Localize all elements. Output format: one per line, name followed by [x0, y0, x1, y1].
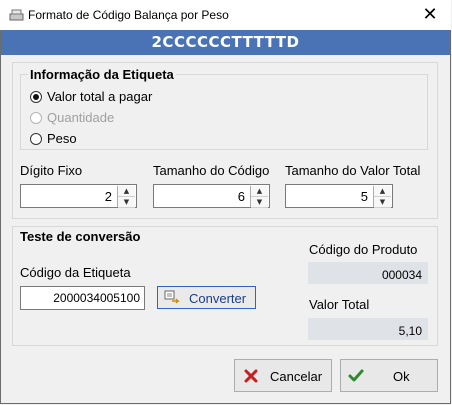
codigo-produto-label: Código do Produto — [309, 242, 418, 257]
cancel-label: Cancelar — [270, 369, 323, 384]
spin-buttons[interactable]: ▲ ▼ — [117, 186, 135, 208]
tamanho-valor-stepper[interactable]: 5 ▲ ▼ — [285, 184, 393, 208]
ok-button[interactable]: Ok — [340, 359, 438, 392]
radio-label: Peso — [47, 131, 77, 146]
digito-fixo-label: Dígito Fixo — [20, 163, 83, 178]
radio-label: Quantidade — [47, 110, 115, 125]
spin-buttons[interactable]: ▲ ▼ — [250, 186, 268, 208]
codigo-produto-field: 000034 — [308, 262, 428, 284]
codigo-etiqueta-input[interactable]: 2000034005100 — [20, 286, 145, 310]
etiqueta-group-title: Informação da Etiqueta — [28, 67, 176, 82]
spin-down-icon[interactable]: ▼ — [251, 197, 268, 208]
tamanho-codigo-stepper[interactable]: 6 ▲ ▼ — [153, 184, 270, 208]
converter-label: Converter — [189, 291, 247, 306]
codigo-etiqueta-value: 2000034005100 — [53, 291, 140, 305]
radio-button[interactable] — [30, 91, 42, 103]
tamanho-codigo-label: Tamanho do Código — [153, 163, 270, 178]
format-code-header: 2CCCCCCTTTTTD — [1, 30, 450, 55]
cancel-button[interactable]: Cancelar — [234, 359, 332, 392]
valor-total-field: 5,10 — [308, 318, 428, 340]
tamanho-codigo-value: 6 — [237, 189, 245, 204]
check-icon — [348, 369, 364, 382]
teste-title: Teste de conversão — [20, 229, 141, 244]
valor-total-label: Valor Total — [309, 297, 370, 312]
app-icon — [9, 9, 24, 21]
convert-icon — [164, 290, 180, 304]
ok-label: Ok — [393, 369, 410, 384]
spin-down-icon[interactable]: ▼ — [118, 197, 135, 208]
codigo-produto-value: 000034 — [381, 268, 422, 282]
window-title: Formato de Código Balança por Peso — [28, 8, 229, 22]
x-icon — [244, 369, 258, 383]
spin-buttons[interactable]: ▲ ▼ — [373, 186, 391, 208]
radio-label: Valor total a pagar — [47, 89, 153, 104]
tamanho-valor-value: 5 — [360, 189, 368, 204]
close-icon[interactable]: ✕ — [416, 2, 444, 28]
tamanho-valor-label: Tamanho do Valor Total — [285, 163, 421, 178]
digito-fixo-stepper[interactable]: 2 ▲ ▼ — [20, 184, 137, 208]
spin-up-icon[interactable]: ▲ — [118, 186, 135, 197]
digito-fixo-value: 2 — [104, 189, 112, 204]
converter-button[interactable]: Converter — [157, 286, 256, 309]
spin-up-icon[interactable]: ▲ — [374, 186, 391, 197]
radio-button — [30, 112, 42, 124]
spin-up-icon[interactable]: ▲ — [251, 186, 268, 197]
valor-total-value: 5,10 — [398, 324, 422, 338]
spin-down-icon[interactable]: ▼ — [374, 197, 391, 208]
radio-button[interactable] — [30, 133, 42, 145]
codigo-etiqueta-label: Código da Etiqueta — [20, 265, 131, 280]
